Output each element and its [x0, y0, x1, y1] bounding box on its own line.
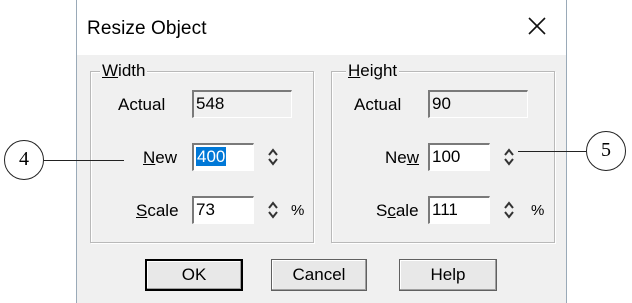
- width-new-spinner[interactable]: [263, 144, 283, 170]
- height-new-input[interactable]: 100: [428, 143, 490, 171]
- resize-object-dialog: Resize Object Width Actual 548 New 400 S…: [76, 0, 567, 303]
- callout-4-leader-line: [44, 160, 124, 161]
- height-actual-label: Actual: [354, 95, 402, 114]
- width-percent-sign: %: [291, 202, 305, 219]
- width-actual-label: Actual: [118, 95, 166, 114]
- help-button[interactable]: Help: [399, 259, 497, 291]
- cancel-button[interactable]: Cancel: [271, 259, 367, 291]
- width-scale-input[interactable]: 73: [192, 196, 254, 224]
- height-percent-sign: %: [531, 202, 545, 219]
- height-new-label: New: [385, 148, 420, 167]
- callout-4: 4: [4, 140, 44, 180]
- callout-5-leader-line: [518, 151, 586, 152]
- width-group: Width Actual 548 New 400 Scale 73 %: [90, 61, 314, 243]
- height-legend: Height: [346, 61, 400, 81]
- width-actual-field: 548: [192, 90, 292, 118]
- dialog-title: Resize Object: [87, 18, 207, 39]
- width-legend: Width: [100, 61, 148, 81]
- height-scale-spinner[interactable]: [499, 197, 519, 223]
- width-new-input[interactable]: 400: [192, 143, 254, 171]
- close-icon[interactable]: [524, 13, 550, 39]
- width-new-label: New: [143, 148, 178, 167]
- height-scale-label: Scale: [376, 201, 419, 220]
- width-scale-label: Scale: [136, 201, 179, 220]
- callout-5: 5: [586, 131, 626, 171]
- height-actual-field: 90: [428, 90, 528, 118]
- height-scale-input[interactable]: 111: [428, 196, 490, 224]
- width-scale-spinner[interactable]: [263, 197, 283, 223]
- title-bar: Resize Object: [77, 0, 566, 55]
- height-group: Height Actual 90 New 100 Scale 111 %: [331, 61, 555, 243]
- height-new-spinner[interactable]: [499, 144, 519, 170]
- ok-button[interactable]: OK: [145, 259, 243, 291]
